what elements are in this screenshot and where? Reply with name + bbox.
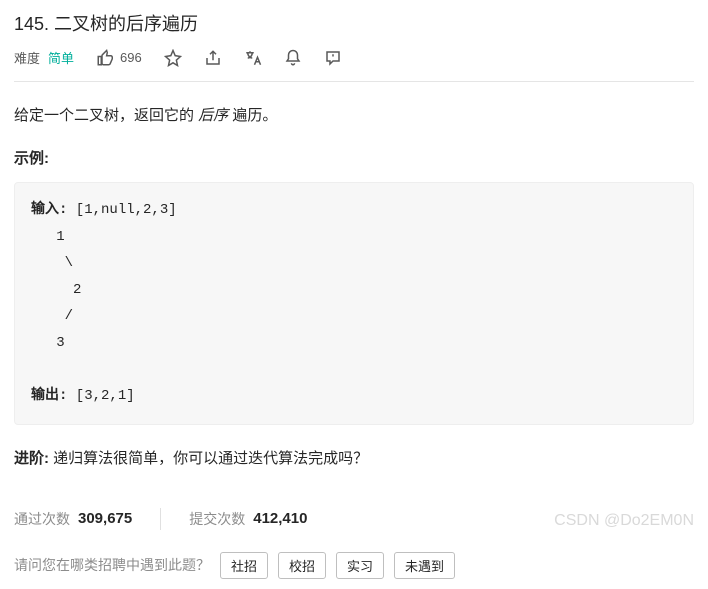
advance-label: 进阶: — [14, 450, 49, 467]
desc-suffix: 遍历。 — [232, 107, 277, 124]
example-code-block: 输入: [1,null,2,3] 1 \ 2 / 3 输出: [3,2,1] — [14, 182, 694, 425]
stats-row: 通过次数 309,675 提交次数 412,410 — [14, 492, 694, 546]
submit-value: 412,410 — [253, 510, 307, 527]
bell-icon[interactable] — [284, 49, 302, 67]
meta-row: 难度 简单 696 — [14, 48, 694, 82]
advance-note: 进阶: 递归算法很简单，你可以通过迭代算法完成吗？ — [14, 445, 694, 472]
input-value: [1,null,2,3] — [67, 202, 176, 218]
desc-prefix: 给定一个二叉树，返回它的 — [14, 107, 198, 124]
output-label: 输出: — [31, 388, 67, 404]
chip-shixi[interactable]: 实习 — [336, 552, 384, 579]
advance-text: 递归算法很简单，你可以通过迭代算法完成吗？ — [49, 450, 368, 467]
translate-icon[interactable] — [244, 49, 262, 67]
output-value: [3,2,1] — [67, 388, 134, 404]
footer-question: 请问您在哪类招聘中遇到此题？ — [14, 555, 210, 575]
like-count: 696 — [120, 50, 142, 65]
stat-submit: 提交次数 412,410 — [189, 509, 307, 529]
stat-pass: 通过次数 309,675 — [14, 509, 132, 529]
problem-title: 145. 二叉树的后序遍历 — [14, 10, 694, 36]
chip-weiyudao[interactable]: 未遇到 — [394, 552, 455, 579]
pass-label: 通过次数 — [14, 509, 70, 529]
share-icon[interactable] — [204, 49, 222, 67]
example-label: 示例: — [14, 147, 694, 168]
pass-value: 309,675 — [78, 510, 132, 527]
content: 给定一个二叉树，返回它的 后序 遍历。 示例: 输入: [1,null,2,3]… — [14, 102, 694, 579]
submit-label: 提交次数 — [189, 509, 245, 529]
divider — [160, 508, 161, 530]
star-icon[interactable] — [164, 49, 182, 67]
feedback-icon[interactable] — [324, 49, 342, 67]
footer-row: 请问您在哪类招聘中遇到此题？ 社招 校招 实习 未遇到 — [14, 552, 694, 579]
difficulty-label: 难度 — [14, 48, 40, 67]
chip-shezhaо[interactable]: 社招 — [220, 552, 268, 579]
difficulty-value: 简单 — [48, 48, 74, 67]
input-label: 输入: — [31, 202, 67, 218]
tree-ascii: 1 \ 2 / 3 — [31, 229, 81, 351]
like-button[interactable]: 696 — [96, 49, 142, 67]
desc-emphasis: 后序 — [198, 107, 232, 124]
chip-xiaozhao[interactable]: 校招 — [278, 552, 326, 579]
thumbs-up-icon — [96, 49, 114, 67]
problem-description: 给定一个二叉树，返回它的 后序 遍历。 — [14, 102, 694, 129]
